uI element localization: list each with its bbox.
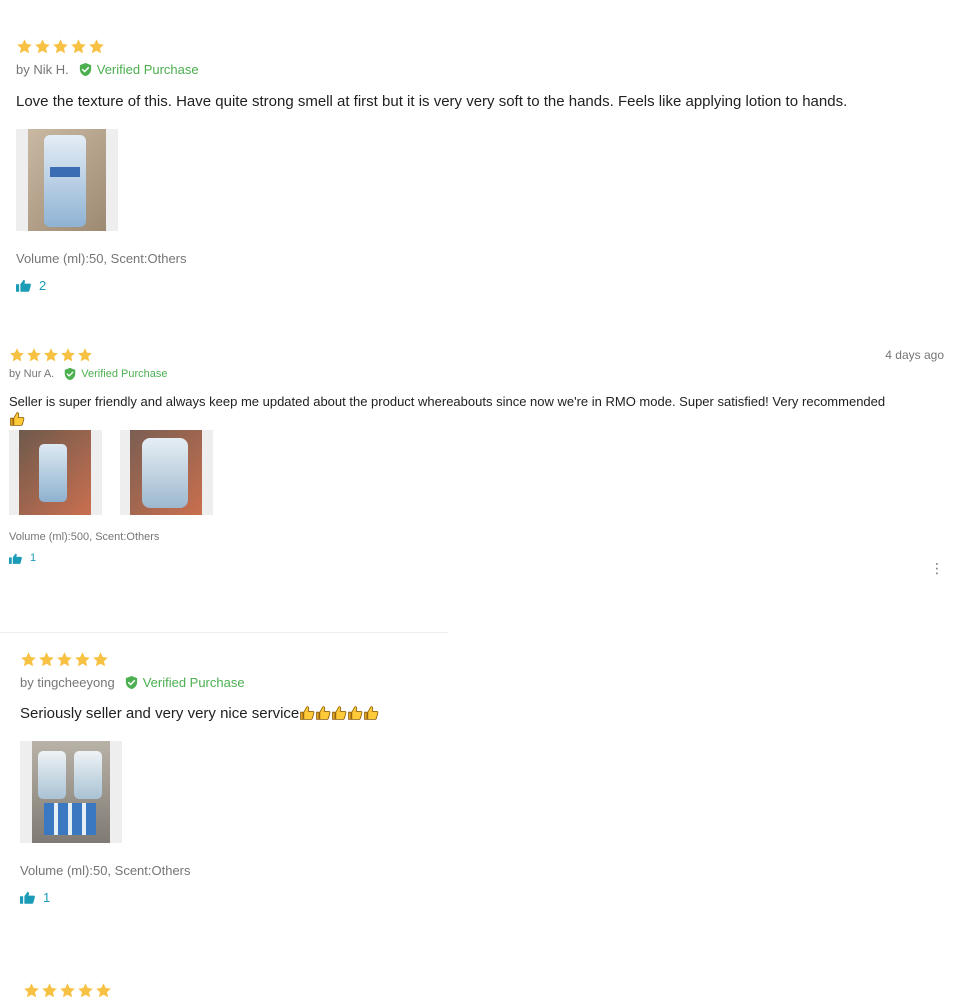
verified-shield-icon bbox=[63, 367, 77, 381]
rating-stars bbox=[16, 38, 936, 55]
star-icon bbox=[60, 347, 76, 363]
review-card: 4 days ago by Nur A. Verified Purchase S… bbox=[9, 347, 944, 564]
star-icon bbox=[70, 38, 87, 55]
review-text: Love the texture of this. Have quite str… bbox=[16, 93, 848, 110]
thumbs-up-emoji-icon bbox=[363, 705, 379, 721]
verified-badge: Verified Purchase bbox=[78, 62, 199, 77]
star-icon bbox=[77, 982, 94, 999]
review-image[interactable] bbox=[9, 430, 102, 515]
rating-stars bbox=[20, 651, 940, 668]
thumbs-up-icon bbox=[16, 279, 31, 292]
verified-badge: Verified Purchase bbox=[63, 367, 167, 381]
review-card: by tingcheeyong Verified Purchase Seriou… bbox=[20, 651, 940, 905]
review-text: Seriously seller and very very nice serv… bbox=[20, 705, 300, 722]
star-icon bbox=[34, 38, 51, 55]
star-icon bbox=[38, 651, 55, 668]
star-icon bbox=[41, 982, 58, 999]
star-icon bbox=[77, 347, 93, 363]
like-button[interactable]: 2 bbox=[16, 278, 936, 293]
sku-info: Volume (ml):50, Scent:Others bbox=[16, 251, 187, 266]
review-image[interactable] bbox=[16, 129, 118, 231]
thumbs-up-emoji-icon bbox=[331, 705, 347, 721]
thumbs-up-emoji-icon bbox=[315, 705, 331, 721]
review-text: Seller is super friendly and always keep… bbox=[9, 394, 886, 409]
verified-shield-icon bbox=[124, 675, 139, 690]
star-icon bbox=[92, 651, 109, 668]
review-card bbox=[23, 982, 943, 999]
star-icon bbox=[9, 347, 25, 363]
star-icon bbox=[16, 38, 33, 55]
thumbs-up-emoji-icon bbox=[299, 705, 315, 721]
verified-shield-icon bbox=[78, 62, 93, 77]
verified-label: Verified Purchase bbox=[96, 62, 199, 77]
review-image[interactable] bbox=[120, 430, 213, 515]
review-date: 4 days ago bbox=[885, 348, 944, 362]
review-author: by tingcheeyong bbox=[20, 675, 115, 690]
star-icon bbox=[56, 651, 73, 668]
like-count: 2 bbox=[39, 278, 47, 293]
rating-stars bbox=[23, 982, 943, 999]
sku-info: Volume (ml):50, Scent:Others bbox=[20, 863, 191, 878]
thumbs-up-emoji-icon bbox=[9, 411, 25, 427]
like-button[interactable]: 1 bbox=[9, 552, 944, 564]
review-card: by Nik H. Verified Purchase Love the tex… bbox=[16, 38, 936, 293]
star-icon bbox=[43, 347, 59, 363]
review-author: by Nik H. bbox=[16, 62, 69, 77]
verified-label: Verified Purchase bbox=[142, 675, 245, 690]
star-icon bbox=[52, 38, 69, 55]
thumbs-up-icon bbox=[20, 891, 35, 904]
star-icon bbox=[20, 651, 37, 668]
star-icon bbox=[74, 651, 91, 668]
star-icon bbox=[59, 982, 76, 999]
star-icon bbox=[23, 982, 40, 999]
thumbs-up-emoji-icon bbox=[347, 705, 363, 721]
thumbs-up-icon bbox=[9, 553, 22, 564]
verified-badge: Verified Purchase bbox=[124, 675, 245, 690]
rating-stars bbox=[9, 347, 944, 363]
review-author: by Nur A. bbox=[9, 368, 55, 380]
verified-label: Verified Purchase bbox=[81, 368, 168, 380]
star-icon bbox=[26, 347, 42, 363]
like-button[interactable]: 1 bbox=[20, 890, 940, 905]
like-count: 1 bbox=[43, 890, 51, 905]
review-image[interactable] bbox=[20, 741, 122, 843]
sku-info: Volume (ml):500, Scent:Others bbox=[9, 531, 160, 543]
divider bbox=[0, 632, 448, 633]
star-icon bbox=[95, 982, 112, 999]
like-count: 1 bbox=[30, 552, 37, 564]
more-options-kebab-icon[interactable]: ⋮ bbox=[930, 561, 944, 575]
star-icon bbox=[88, 38, 105, 55]
